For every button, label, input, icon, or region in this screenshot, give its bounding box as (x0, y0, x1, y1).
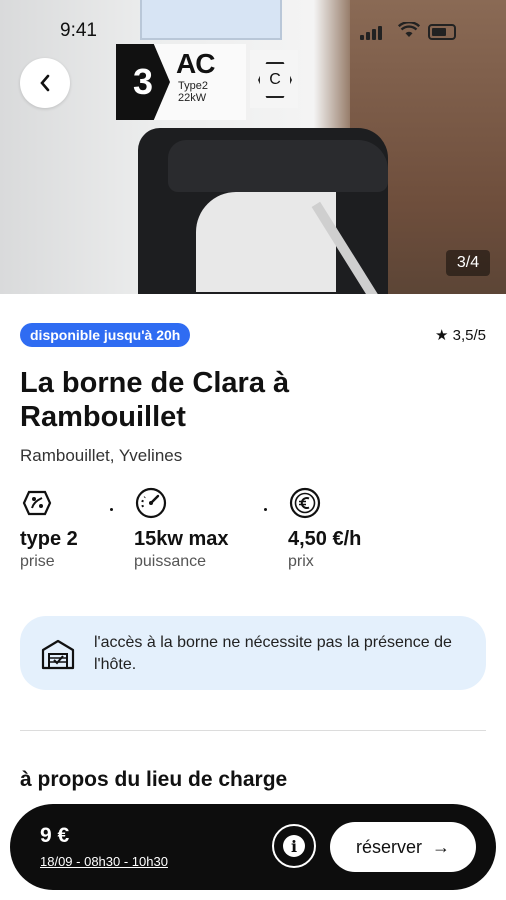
spec-power: 15kw max puissance (134, 486, 229, 571)
location-text: Rambouillet, Yvelines (20, 446, 183, 465)
booking-bar: 9 € 18/09 - 08h30 - 10h30 i réserver → (10, 804, 496, 890)
specs-row: type 2 prise 15kw max puissance 4,50 €/h… (20, 486, 490, 576)
info-button[interactable]: i (272, 824, 316, 868)
booking-price: 9 € (40, 824, 70, 847)
spec-plug-label: prise (20, 553, 55, 570)
info-glyph: i (290, 836, 298, 856)
spec-price-value: 4,50 €/h (288, 528, 362, 550)
photo-plate-type: AC (176, 48, 215, 79)
host-info-box: l'accès à la borne ne nécessite pas la p… (20, 616, 486, 690)
euro-icon (288, 486, 322, 520)
photo-socket-lid (168, 140, 388, 192)
host-info-text: l'accès à la borne ne nécessite pas la p… (94, 634, 452, 673)
photo-counter: 3/4 (446, 250, 490, 276)
booking-slot-link[interactable]: 18/09 - 08h30 - 10h30 (40, 854, 168, 869)
plug-type-icon (20, 486, 54, 520)
page-title: La borne de Clara à Rambouillet (20, 367, 290, 433)
spec-separator (264, 508, 267, 511)
spec-power-value: 15kw max (134, 528, 229, 550)
spec-plug: type 2 prise (20, 486, 78, 571)
photo-plate-hex-letter: C (258, 62, 292, 98)
info-icon: i (283, 835, 305, 857)
status-time: 9:41 (60, 20, 97, 41)
back-button[interactable] (20, 58, 70, 108)
battery-icon (428, 24, 456, 40)
reserve-button-label: réserver (355, 836, 422, 857)
gauge-icon (134, 486, 168, 520)
photo-plate-hex: C (250, 50, 298, 108)
rating: ★ 3,5/5 (435, 327, 486, 344)
status-bar: 9:41 (0, 18, 506, 48)
section-heading-about: à propos du lieu de charge (20, 768, 288, 791)
photo-plate-sub2: 22kW (178, 92, 207, 104)
reserve-button[interactable]: réserver → (330, 822, 476, 872)
photo-plate-sub: Type2 22kW (178, 80, 208, 104)
spec-price: 4,50 €/h prix (288, 486, 361, 571)
arrow-right-icon: → (432, 836, 450, 857)
photo-plate-sub1: Type2 (178, 80, 208, 92)
wifi-icon (397, 21, 421, 43)
spec-power-label: puissance (134, 553, 207, 570)
garage-check-icon (40, 638, 76, 675)
signal-icon (360, 26, 382, 40)
spec-price-label: prix (288, 553, 314, 570)
divider (20, 730, 486, 731)
availability-badge: disponible jusqu'à 20h (20, 323, 191, 347)
spec-plug-value: type 2 (20, 528, 78, 550)
chevron-left-icon (40, 74, 50, 92)
spec-separator (110, 508, 113, 511)
